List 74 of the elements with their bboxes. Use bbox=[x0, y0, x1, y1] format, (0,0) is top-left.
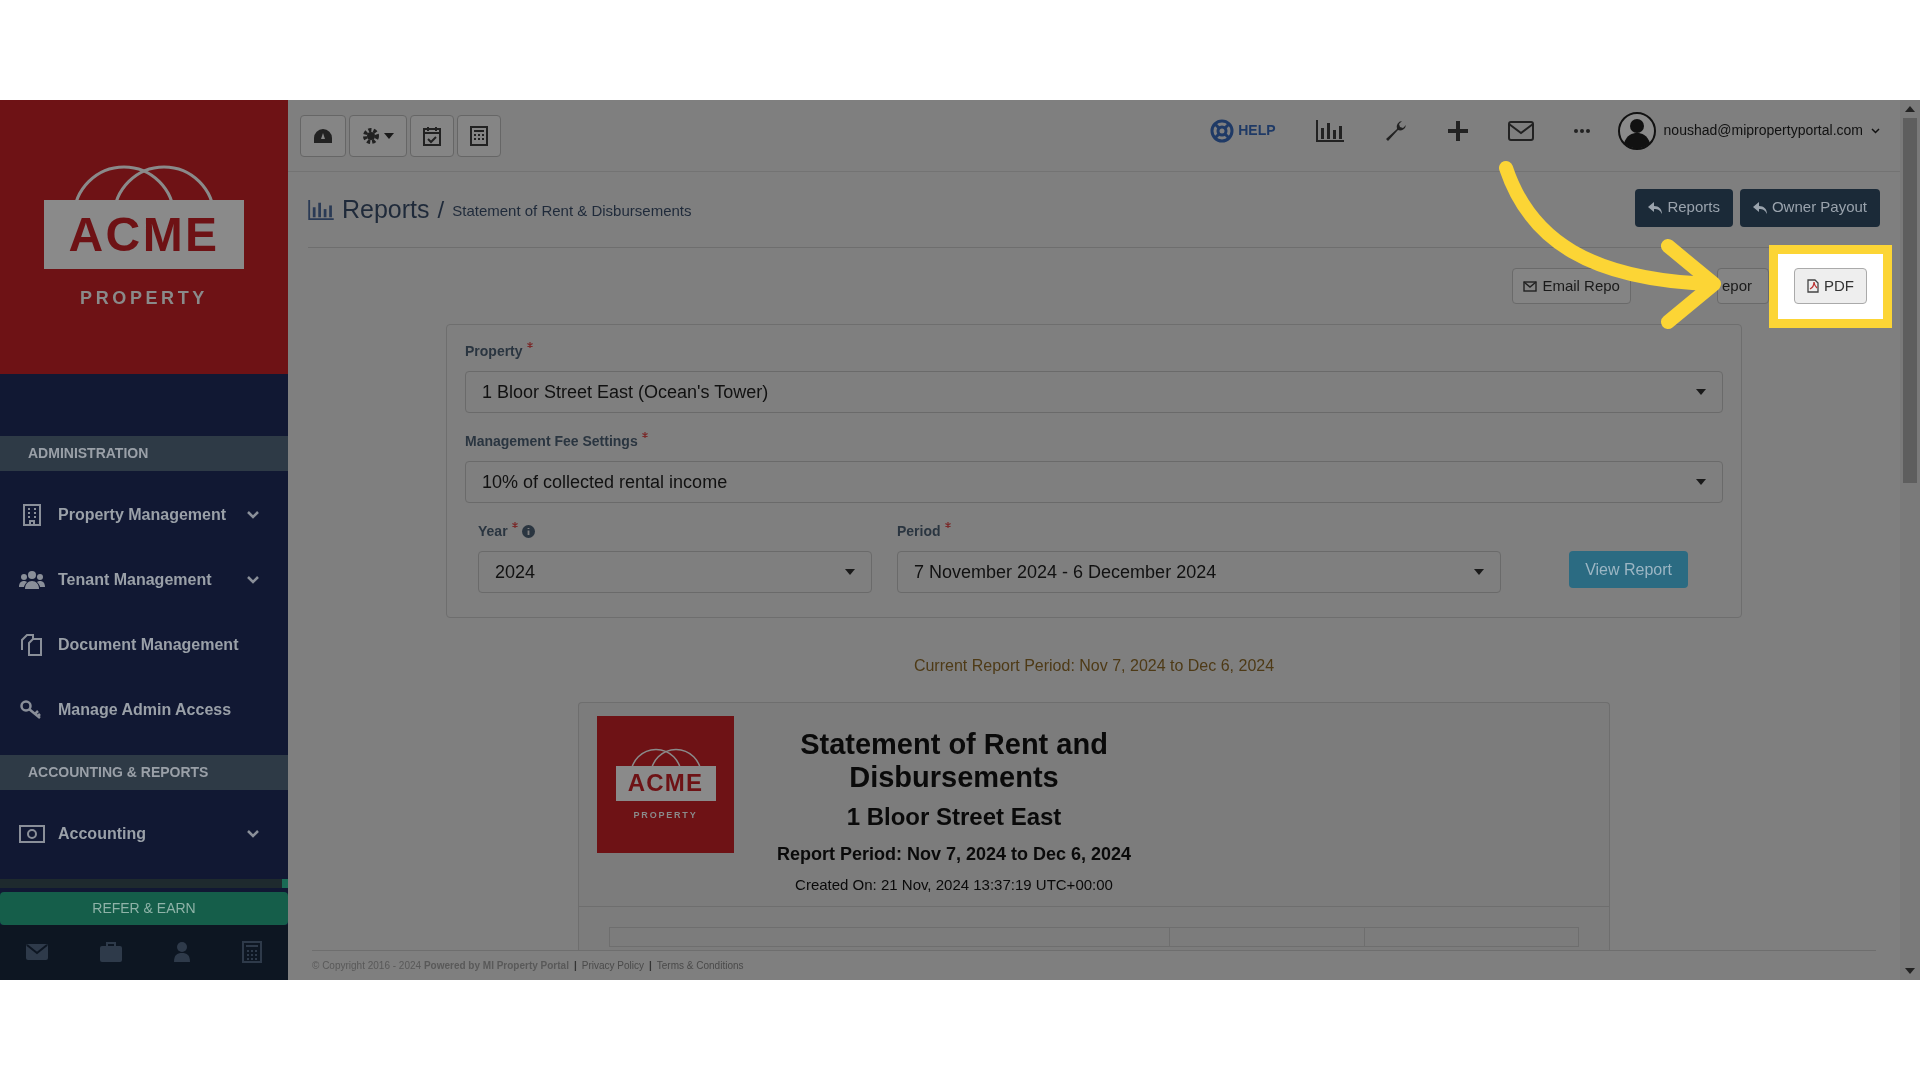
user-menu[interactable]: noushad@mipropertyportal.com bbox=[1617, 111, 1880, 150]
gear-icon bbox=[362, 126, 380, 145]
breadcrumb-current: Statement of Rent & Disbursements bbox=[452, 201, 692, 222]
sidebar-item[interactable]: Property Management bbox=[0, 482, 288, 548]
period-select[interactable]: 7 November 2024 - 6 December 2024 bbox=[897, 551, 1501, 593]
gauge-icon bbox=[313, 127, 333, 144]
fee-settings-select[interactable]: 10% of collected rental income bbox=[465, 461, 1723, 503]
sidebar-item[interactable]: Tenant Management bbox=[0, 547, 288, 613]
plus-icon[interactable] bbox=[1447, 120, 1468, 141]
scroll-down-icon[interactable] bbox=[1905, 968, 1915, 974]
calculator-icon bbox=[470, 125, 488, 146]
caret-down-icon bbox=[1696, 389, 1706, 395]
reply-arrow-icon bbox=[1648, 201, 1663, 214]
logo-tagline: PROPERTY bbox=[80, 287, 208, 311]
scroll-indicator bbox=[282, 878, 288, 889]
building-icon bbox=[22, 504, 42, 527]
dashboard-button[interactable] bbox=[300, 114, 346, 157]
logo-brand: ACME bbox=[615, 765, 716, 801]
section-header: ADMINISTRATION bbox=[0, 435, 288, 471]
report-created-date: Created On: 21 Nov, 2024 13:37:19 UTC+00:00 bbox=[795, 874, 1113, 895]
avatar-icon bbox=[1617, 111, 1656, 150]
field-label: Year bbox=[478, 522, 508, 541]
scrollbar[interactable] bbox=[1900, 100, 1920, 980]
caret-down-icon bbox=[1696, 479, 1706, 485]
footer-separator: | bbox=[572, 959, 578, 973]
report-property: 1 Bloor Street East bbox=[846, 801, 1062, 832]
scroll-up-icon[interactable] bbox=[1905, 106, 1915, 112]
ellipsis-icon[interactable] bbox=[1573, 128, 1590, 133]
lifebuoy-icon bbox=[1210, 118, 1235, 143]
pdf-button[interactable]: PDF bbox=[1794, 268, 1867, 304]
logo-brand: ACME bbox=[44, 199, 244, 270]
settings-button[interactable] bbox=[349, 114, 407, 157]
owner-payout-button[interactable]: Owner Payout bbox=[1739, 188, 1880, 227]
section-header: ACCOUNTING & REPORTS bbox=[0, 754, 288, 790]
caret-down-icon bbox=[845, 569, 855, 575]
reply-arrow-icon bbox=[1752, 201, 1767, 214]
footer-separator: | bbox=[648, 959, 653, 973]
bar-chart-icon bbox=[308, 199, 334, 220]
reports-button[interactable]: Reports bbox=[1635, 188, 1733, 227]
key-icon bbox=[20, 700, 44, 721]
info-icon bbox=[521, 525, 535, 538]
breadcrumb-separator: / bbox=[437, 194, 445, 225]
bar-chart-icon[interactable] bbox=[1315, 119, 1344, 142]
scroll-thumb[interactable] bbox=[1903, 118, 1917, 483]
view-report-button[interactable]: View Report bbox=[1569, 551, 1688, 588]
calendar-button[interactable] bbox=[410, 114, 454, 157]
documents-icon bbox=[20, 634, 44, 657]
caret-down-icon bbox=[384, 132, 394, 139]
field-label: Property bbox=[465, 342, 523, 361]
calendar-check-icon bbox=[423, 125, 441, 146]
sidebar-item[interactable]: Manage Admin Access bbox=[0, 677, 288, 743]
sidebar-item[interactable]: Accounting bbox=[0, 801, 288, 867]
refer-earn-button[interactable]: REFER & EARN bbox=[0, 892, 288, 925]
calculator-button[interactable] bbox=[457, 114, 501, 157]
envelope-icon[interactable] bbox=[1507, 120, 1534, 141]
report-button[interactable]: epor bbox=[1716, 268, 1769, 304]
property-select[interactable]: 1 Bloor Street East (Ocean's Tower) bbox=[465, 371, 1723, 413]
pdf-file-icon bbox=[1807, 279, 1819, 293]
help-link[interactable]: HELP bbox=[1210, 118, 1276, 143]
current-period-text: Current Report Period: Nov 7, 2024 to Dec 6, 2024 bbox=[912, 656, 1276, 676]
report-title: Statement of Rent and Disbursements bbox=[799, 728, 1109, 795]
chevron-down-icon bbox=[1871, 127, 1880, 134]
email-report-button[interactable]: Email Repo bbox=[1512, 268, 1631, 304]
money-icon bbox=[19, 825, 45, 844]
page-title: Reports bbox=[342, 193, 430, 225]
sidebar-item[interactable]: Document Management bbox=[0, 612, 288, 678]
users-icon bbox=[19, 570, 45, 591]
field-label: Period bbox=[897, 522, 941, 541]
year-select[interactable]: 2024 bbox=[478, 551, 872, 593]
caret-down-icon bbox=[1474, 569, 1484, 575]
report-period: Report Period: Nov 7, 2024 to Dec 6, 2024 bbox=[776, 842, 1132, 866]
envelope-icon bbox=[1523, 280, 1538, 292]
field-label: Management Fee Settings bbox=[465, 432, 638, 451]
logo-tagline: PROPERTY bbox=[633, 808, 698, 822]
